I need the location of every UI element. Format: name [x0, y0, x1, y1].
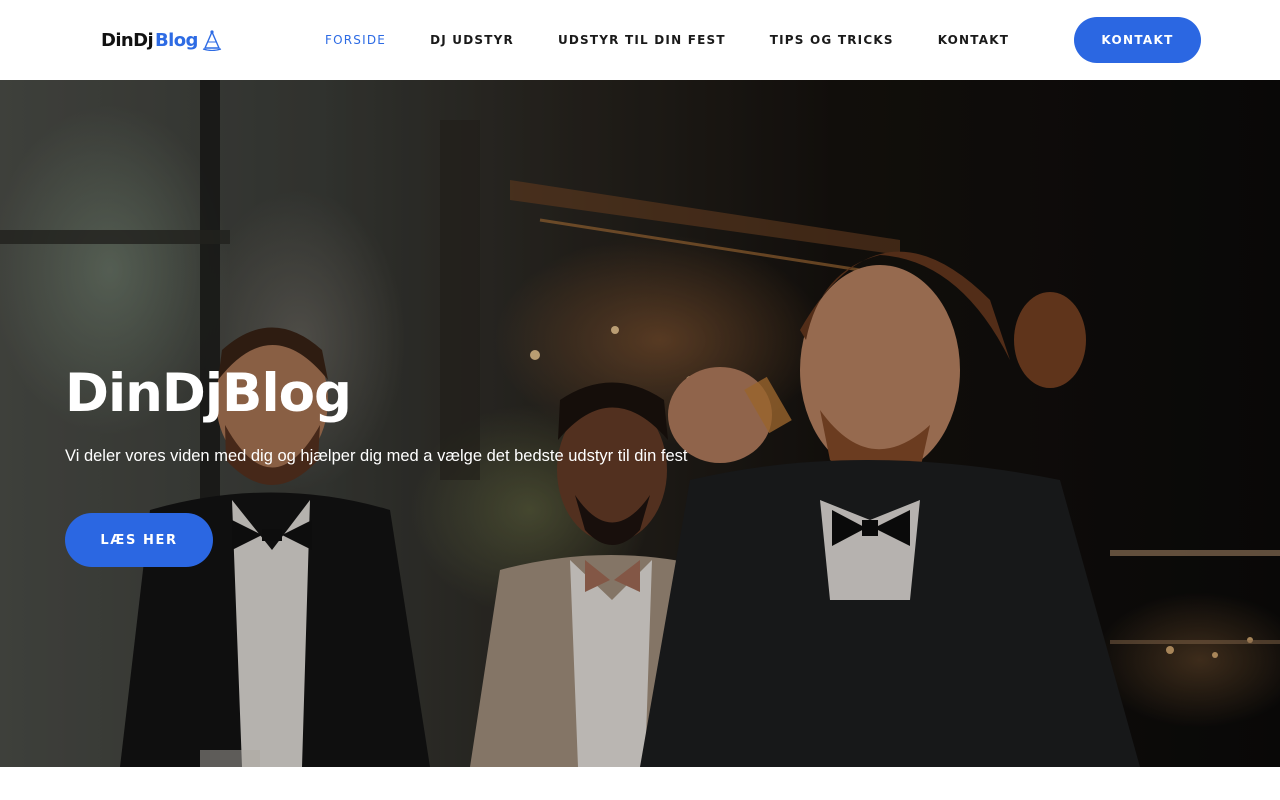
hero-title: DinDjBlog: [65, 363, 352, 424]
logo-text-dindj: DinDj: [101, 29, 154, 51]
nav-item-kontakt[interactable]: KONTAKT: [938, 33, 1009, 47]
contact-button[interactable]: KONTAKT: [1074, 17, 1201, 63]
party-hat-icon: [202, 30, 221, 51]
nav-item-tips-og-tricks[interactable]: TIPS OG TRICKS: [770, 33, 894, 47]
logo-text-blog: Blog: [155, 29, 198, 51]
hero-section: DinDjBlog Vi deler vores viden med dig o…: [0, 80, 1280, 767]
nav-item-udstyr-til-din-fest[interactable]: UDSTYR TIL DIN FEST: [558, 33, 726, 47]
read-more-button[interactable]: LÆS HER: [65, 513, 213, 567]
hero-subtitle: Vi deler vores viden med dig og hjælper …: [65, 447, 688, 465]
nav-item-dj-udstyr[interactable]: DJ UDSTYR: [430, 33, 514, 47]
site-header: DinDj Blog FORSIDE DJ UDSTYR UDSTYR TIL D…: [0, 0, 1280, 80]
nav-item-forside[interactable]: FORSIDE: [325, 33, 386, 47]
main-nav: FORSIDE DJ UDSTYR UDSTYR TIL DIN FEST TI…: [325, 0, 1053, 80]
site-logo[interactable]: DinDj Blog: [101, 26, 222, 54]
